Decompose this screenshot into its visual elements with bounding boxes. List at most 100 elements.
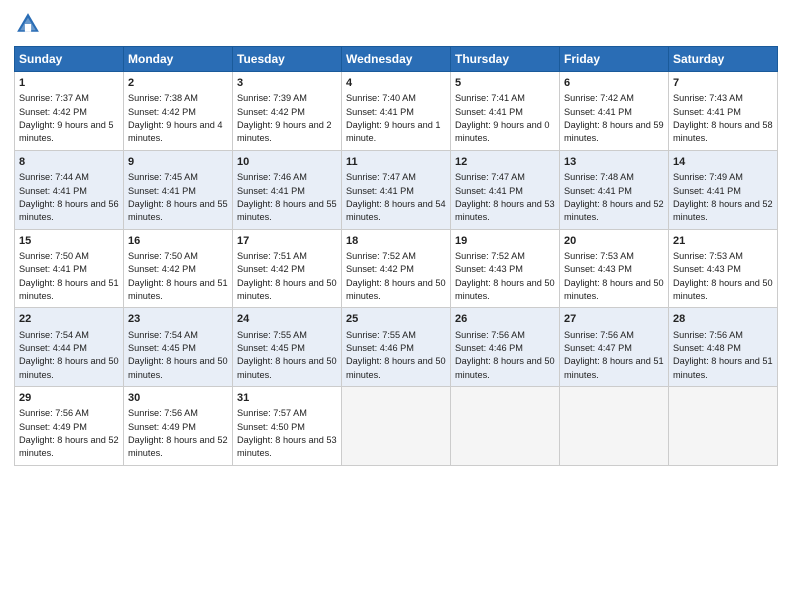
cell-info: Sunrise: 7:57 AMSunset: 4:50 PMDaylight:… [237,408,337,458]
page: SundayMondayTuesdayWednesdayThursdayFrid… [0,0,792,612]
calendar-cell: 19 Sunrise: 7:52 AMSunset: 4:43 PMDayligh… [451,229,560,308]
logo-icon [14,10,42,38]
cell-info: Sunrise: 7:53 AMSunset: 4:43 PMDaylight:… [673,251,773,301]
calendar-row: 29 Sunrise: 7:56 AMSunset: 4:49 PMDayligh… [15,387,778,466]
calendar-cell: 26 Sunrise: 7:56 AMSunset: 4:46 PMDayligh… [451,308,560,387]
day-number: 9 [128,155,228,170]
calendar-cell: 9 Sunrise: 7:45 AMSunset: 4:41 PMDaylight… [124,150,233,229]
calendar-row: 8 Sunrise: 7:44 AMSunset: 4:41 PMDaylight… [15,150,778,229]
day-number: 18 [346,234,446,249]
cell-info: Sunrise: 7:42 AMSunset: 4:41 PMDaylight:… [564,93,664,143]
cell-info: Sunrise: 7:52 AMSunset: 4:42 PMDaylight:… [346,251,446,301]
cell-info: Sunrise: 7:50 AMSunset: 4:41 PMDaylight:… [19,251,119,301]
cell-info: Sunrise: 7:45 AMSunset: 4:41 PMDaylight:… [128,172,228,222]
day-number: 28 [673,312,773,327]
cell-info: Sunrise: 7:41 AMSunset: 4:41 PMDaylight:… [455,93,550,143]
cell-info: Sunrise: 7:47 AMSunset: 4:41 PMDaylight:… [455,172,555,222]
header-row: SundayMondayTuesdayWednesdayThursdayFrid… [15,47,778,72]
cell-info: Sunrise: 7:55 AMSunset: 4:46 PMDaylight:… [346,330,446,380]
day-number: 26 [455,312,555,327]
calendar-cell: 27Sunrise: 7:56 AMSunset: 4:47 PMDayligh… [560,308,669,387]
day-number: 30 [128,391,228,406]
calendar-cell: 14Sunrise: 7:49 AMSunset: 4:41 PMDayligh… [669,150,778,229]
cell-info: Sunrise: 7:43 AMSunset: 4:41 PMDaylight:… [673,93,773,143]
calendar-cell: 25 Sunrise: 7:55 AMSunset: 4:46 PMDayligh… [342,308,451,387]
calendar-cell: 7 Sunrise: 7:43 AMSunset: 4:41 PMDaylight… [669,72,778,151]
calendar-cell: 18 Sunrise: 7:52 AMSunset: 4:42 PMDayligh… [342,229,451,308]
col-header-thursday: Thursday [451,47,560,72]
day-number: 14 [673,155,773,170]
day-number: 29 [19,391,119,406]
calendar-cell: 24 Sunrise: 7:55 AMSunset: 4:45 PMDayligh… [233,308,342,387]
calendar-cell: 8 Sunrise: 7:44 AMSunset: 4:41 PMDaylight… [15,150,124,229]
calendar-cell: 2Sunrise: 7:38 AMSunset: 4:42 PMDaylight… [124,72,233,151]
cell-info: Sunrise: 7:47 AMSunset: 4:41 PMDaylight:… [346,172,446,222]
col-header-tuesday: Tuesday [233,47,342,72]
calendar-cell: 3Sunrise: 7:39 AMSunset: 4:42 PMDaylight… [233,72,342,151]
calendar-cell: 11 Sunrise: 7:47 AMSunset: 4:41 PMDayligh… [342,150,451,229]
calendar-row: 1 Sunrise: 7:37 AMSunset: 4:42 PMDaylight… [15,72,778,151]
cell-info: Sunrise: 7:44 AMSunset: 4:41 PMDaylight:… [19,172,119,222]
day-number: 15 [19,234,119,249]
day-number: 8 [19,155,119,170]
calendar-cell: 16Sunrise: 7:50 AMSunset: 4:42 PMDayligh… [124,229,233,308]
day-number: 17 [237,234,337,249]
calendar-cell: 17 Sunrise: 7:51 AMSunset: 4:42 PMDayligh… [233,229,342,308]
col-header-sunday: Sunday [15,47,124,72]
day-number: 6 [564,76,664,91]
col-header-saturday: Saturday [669,47,778,72]
calendar-cell: 5 Sunrise: 7:41 AMSunset: 4:41 PMDaylight… [451,72,560,151]
cell-info: Sunrise: 7:50 AMSunset: 4:42 PMDaylight:… [128,251,228,301]
day-number: 1 [19,76,119,91]
cell-info: Sunrise: 7:56 AMSunset: 4:49 PMDaylight:… [19,408,119,458]
calendar-cell: 1 Sunrise: 7:37 AMSunset: 4:42 PMDaylight… [15,72,124,151]
day-number: 31 [237,391,337,406]
cell-info: Sunrise: 7:53 AMSunset: 4:43 PMDaylight:… [564,251,664,301]
calendar-cell: 28 Sunrise: 7:56 AMSunset: 4:48 PMDayligh… [669,308,778,387]
day-number: 19 [455,234,555,249]
day-number: 5 [455,76,555,91]
cell-info: Sunrise: 7:56 AMSunset: 4:49 PMDaylight:… [128,408,228,458]
day-number: 7 [673,76,773,91]
cell-info: Sunrise: 7:48 AMSunset: 4:41 PMDaylight:… [564,172,664,222]
calendar-cell: 21 Sunrise: 7:53 AMSunset: 4:43 PMDayligh… [669,229,778,308]
col-header-wednesday: Wednesday [342,47,451,72]
calendar-cell: 10 Sunrise: 7:46 AMSunset: 4:41 PMDayligh… [233,150,342,229]
day-number: 24 [237,312,337,327]
calendar-cell: 12 Sunrise: 7:47 AMSunset: 4:41 PMDayligh… [451,150,560,229]
cell-info: Sunrise: 7:54 AMSunset: 4:45 PMDaylight:… [128,330,228,380]
cell-info: Sunrise: 7:56 AMSunset: 4:48 PMDaylight:… [673,330,773,380]
day-number: 13 [564,155,664,170]
cell-info: Sunrise: 7:56 AMSunset: 4:46 PMDaylight:… [455,330,555,380]
calendar-cell: 6 Sunrise: 7:42 AMSunset: 4:41 PMDaylight… [560,72,669,151]
col-header-monday: Monday [124,47,233,72]
cell-info: Sunrise: 7:52 AMSunset: 4:43 PMDaylight:… [455,251,555,301]
calendar-table: SundayMondayTuesdayWednesdayThursdayFrid… [14,46,778,466]
day-number: 2 [128,76,228,91]
day-number: 25 [346,312,446,327]
cell-info: Sunrise: 7:40 AMSunset: 4:41 PMDaylight:… [346,93,441,143]
calendar-cell: 13 Sunrise: 7:48 AMSunset: 4:41 PMDayligh… [560,150,669,229]
col-header-friday: Friday [560,47,669,72]
day-number: 4 [346,76,446,91]
calendar-cell: 29 Sunrise: 7:56 AMSunset: 4:49 PMDayligh… [15,387,124,466]
day-number: 21 [673,234,773,249]
calendar-row: 22 Sunrise: 7:54 AMSunset: 4:44 PMDayligh… [15,308,778,387]
calendar-cell: 31 Sunrise: 7:57 AMSunset: 4:50 PMDayligh… [233,387,342,466]
calendar-row: 15 Sunrise: 7:50 AMSunset: 4:41 PMDayligh… [15,229,778,308]
cell-info: Sunrise: 7:55 AMSunset: 4:45 PMDaylight:… [237,330,337,380]
cell-info: Sunrise: 7:37 AMSunset: 4:42 PMDaylight:… [19,93,114,143]
day-number: 11 [346,155,446,170]
cell-info: Sunrise: 7:56 AMSunset: 4:47 PMDaylight:… [564,330,664,380]
calendar-cell [451,387,560,466]
day-number: 10 [237,155,337,170]
cell-info: Sunrise: 7:54 AMSunset: 4:44 PMDaylight:… [19,330,119,380]
day-number: 22 [19,312,119,327]
cell-info: Sunrise: 7:46 AMSunset: 4:41 PMDaylight:… [237,172,337,222]
logo [14,10,46,38]
day-number: 23 [128,312,228,327]
calendar-cell: 20Sunrise: 7:53 AMSunset: 4:43 PMDayligh… [560,229,669,308]
header [14,10,778,38]
cell-info: Sunrise: 7:51 AMSunset: 4:42 PMDaylight:… [237,251,337,301]
day-number: 12 [455,155,555,170]
